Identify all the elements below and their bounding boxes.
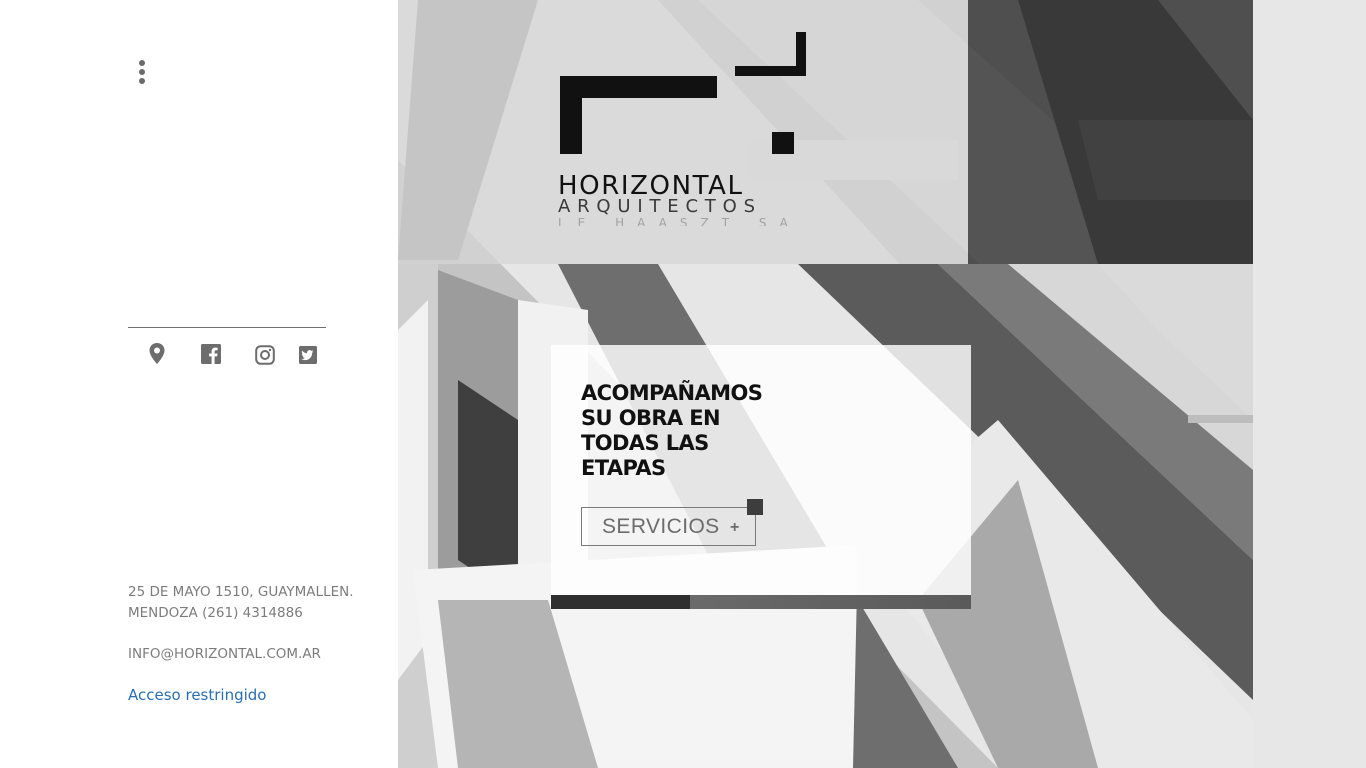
- address-line: 25 DE MAYO 1510, GUAYMALLEN.: [128, 584, 354, 600]
- logo-subtitle: ARQUITECTOS: [558, 196, 762, 217]
- slide-progress-track: [690, 595, 971, 609]
- slide-progress-bar[interactable]: [551, 595, 971, 609]
- slide-progress-fill: [551, 595, 690, 609]
- plus-icon: +: [730, 519, 740, 536]
- menu-dot: [139, 60, 145, 66]
- dark-overlay-panel: [968, 0, 1253, 264]
- hero-card: ACOMPAÑAMOS SU OBRA EN TODAS LAS ETAPAS …: [551, 345, 971, 609]
- hero-headline: ACOMPAÑAMOS SU OBRA EN TODAS LAS ETAPAS: [581, 381, 763, 480]
- social-links: [128, 342, 326, 368]
- company-logo[interactable]: HORIZONTAL ARQUITECTOS LE HAASZT SA: [558, 30, 808, 235]
- corner-square-decoration: [747, 499, 763, 515]
- instagram-icon[interactable]: [255, 345, 277, 371]
- location-pin-icon[interactable]: [148, 342, 170, 368]
- menu-dot: [139, 78, 145, 84]
- hero-section: HORIZONTAL ARQUITECTOS LE HAASZT SA ACOM…: [398, 0, 1253, 768]
- restricted-access-link[interactable]: Acceso restringido: [128, 685, 266, 706]
- kebab-menu-icon[interactable]: [136, 58, 148, 88]
- logo-tagline: LE HAASZT SA: [558, 216, 801, 226]
- sidebar: 25 DE MAYO 1510, GUAYMALLEN. MENDOZA (26…: [0, 0, 398, 768]
- menu-dot: [139, 69, 145, 75]
- twitter-icon[interactable]: [299, 346, 321, 372]
- servicios-button[interactable]: SERVICIOS +: [581, 499, 763, 546]
- phone-line: MENDOZA (261) 4314886: [128, 605, 303, 621]
- email-address[interactable]: INFO@HORIZONTAL.COM.AR: [128, 644, 388, 665]
- contact-info: 25 DE MAYO 1510, GUAYMALLEN. MENDOZA (26…: [128, 582, 388, 707]
- servicios-button-label: SERVICIOS: [602, 515, 720, 538]
- right-side-strip: [1253, 0, 1366, 768]
- logo-mark-icon: [560, 32, 806, 154]
- facebook-icon[interactable]: [201, 344, 223, 370]
- sidebar-divider: [128, 327, 326, 328]
